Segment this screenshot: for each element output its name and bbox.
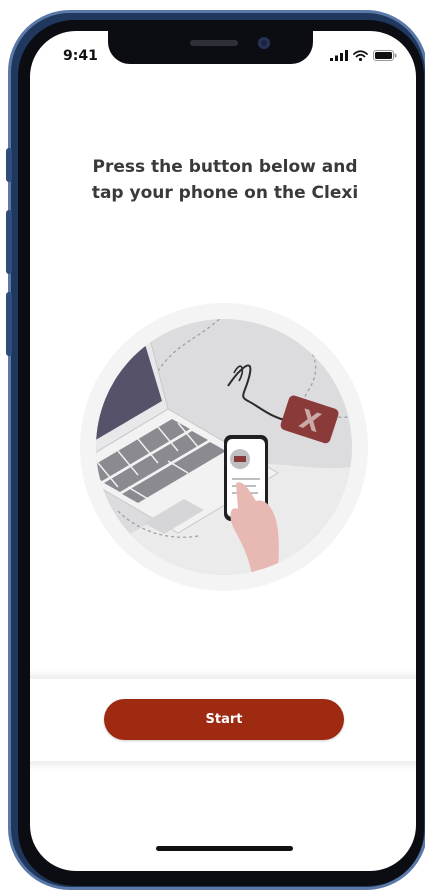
volume-up-button [6,210,12,274]
volume-down-button [6,292,12,356]
status-time: 9:41 [63,48,98,64]
battery-icon [373,50,397,61]
instruction-headline: Press the button below and tap your phon… [91,157,359,203]
laptop-phone-tap-illustration: X [80,303,368,591]
start-button[interactable]: Start [104,699,344,740]
silent-switch [6,148,12,182]
front-camera [258,37,270,49]
speaker-grille [190,40,238,46]
cellular-signal-icon [330,50,348,61]
status-icons [330,50,397,61]
home-indicator[interactable] [156,846,293,851]
app-screen: 9:41 Press the button below and tap your… [30,31,416,871]
wifi-icon [353,50,368,61]
notch [108,31,313,64]
start-action-panel: Start [30,679,416,761]
